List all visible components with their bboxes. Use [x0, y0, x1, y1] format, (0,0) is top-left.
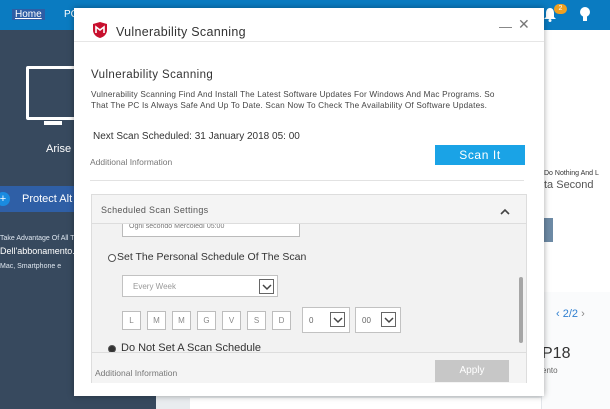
protect-label[interactable]: Protect Alt: [22, 193, 72, 205]
scan-now-button[interactable]: Scan It: [435, 145, 525, 165]
bottom-strip: [190, 398, 541, 409]
scheduled-scan-settings-panel: Scheduled Scan Settings Ogni secondo Mer…: [91, 194, 527, 383]
dropdown-arrow-icon[interactable]: [259, 279, 274, 294]
dropdown-arrow-icon[interactable]: [381, 312, 396, 327]
day-button-mon[interactable]: L: [122, 311, 141, 330]
partial-schedule-select[interactable]: Ogni secondo Mercoledì 05:00: [122, 224, 300, 237]
left-text-small-3: Mac, Smartphone e: [0, 263, 62, 270]
computer-label: Arise: [46, 143, 72, 155]
pager-label: 2/2: [562, 308, 579, 320]
frequency-value: Every Week: [133, 282, 176, 291]
additional-info-link[interactable]: Additional Information: [90, 157, 172, 167]
hour-value: 0: [309, 316, 314, 325]
pager-prev-icon[interactable]: ‹: [556, 308, 560, 320]
chevron-up-icon[interactable]: [500, 203, 510, 215]
pager-next-icon[interactable]: ›: [581, 308, 585, 320]
dialog-titlebar: Vulnerability Scanning — ✕: [74, 8, 544, 42]
card-title: P18: [542, 345, 571, 362]
radio-personal-schedule[interactable]: [108, 254, 116, 262]
apply-button[interactable]: Apply: [435, 360, 509, 382]
option-personal-label[interactable]: Set The Personal Schedule Of The Scan: [117, 251, 306, 263]
settings-body: Ogni secondo Mercoledì 05:00 Set The Per…: [92, 224, 517, 352]
lightbulb-icon[interactable]: [579, 6, 591, 28]
monitor-stand: [44, 121, 62, 125]
nav-home[interactable]: Home: [12, 9, 45, 20]
section-heading: Vulnerability Scanning: [91, 69, 214, 81]
minute-value: 00: [362, 316, 371, 325]
vulnerability-scanning-dialog: Vulnerability Scanning — ✕ Vulnerability…: [74, 8, 544, 396]
next-scan-info: Next Scan Scheduled: 31 January 2018 05:…: [93, 131, 300, 142]
divider: [90, 180, 524, 181]
right-button-edge[interactable]: [544, 218, 553, 242]
description: Vulnerability Scanning Find And Install …: [91, 90, 495, 110]
dialog-title: Vulnerability Scanning: [116, 25, 246, 39]
mcafee-logo-icon: [91, 21, 109, 39]
day-button-tue[interactable]: M: [147, 311, 166, 330]
day-button-sat[interactable]: S: [247, 311, 266, 330]
settings-header-title: Scheduled Scan Settings: [101, 205, 209, 215]
settings-header[interactable]: Scheduled Scan Settings: [92, 195, 526, 224]
day-button-fri[interactable]: V: [222, 311, 241, 330]
minute-select[interactable]: 00: [355, 307, 401, 333]
left-text-2: Dell'abbonamento. F: [0, 246, 83, 256]
footer-additional-info-link[interactable]: Additional Information: [95, 368, 177, 378]
radio-no-schedule[interactable]: [108, 345, 116, 352]
pager: ‹ 2/2 ›: [556, 308, 585, 320]
day-button-sun[interactable]: D: [272, 311, 291, 330]
right-text-second: ta Second: [544, 179, 594, 191]
frequency-select[interactable]: Every Week: [122, 275, 278, 297]
option-none-label[interactable]: Do Not Set A Scan Schedule: [121, 342, 261, 352]
minimize-icon[interactable]: —: [499, 19, 512, 34]
card-subtitle: ento: [542, 366, 558, 375]
right-text-do-nothing: Do Nothing And L: [544, 170, 599, 177]
day-button-wed[interactable]: M: [172, 311, 191, 330]
settings-footer: Additional Information Apply: [92, 352, 526, 383]
dropdown-arrow-icon[interactable]: [330, 312, 345, 327]
day-button-thu[interactable]: G: [197, 311, 216, 330]
hour-select[interactable]: 0: [302, 307, 350, 333]
settings-scrollbar-thumb[interactable]: [519, 277, 523, 343]
close-icon[interactable]: ✕: [518, 16, 530, 33]
notification-badge: 2: [554, 4, 567, 14]
